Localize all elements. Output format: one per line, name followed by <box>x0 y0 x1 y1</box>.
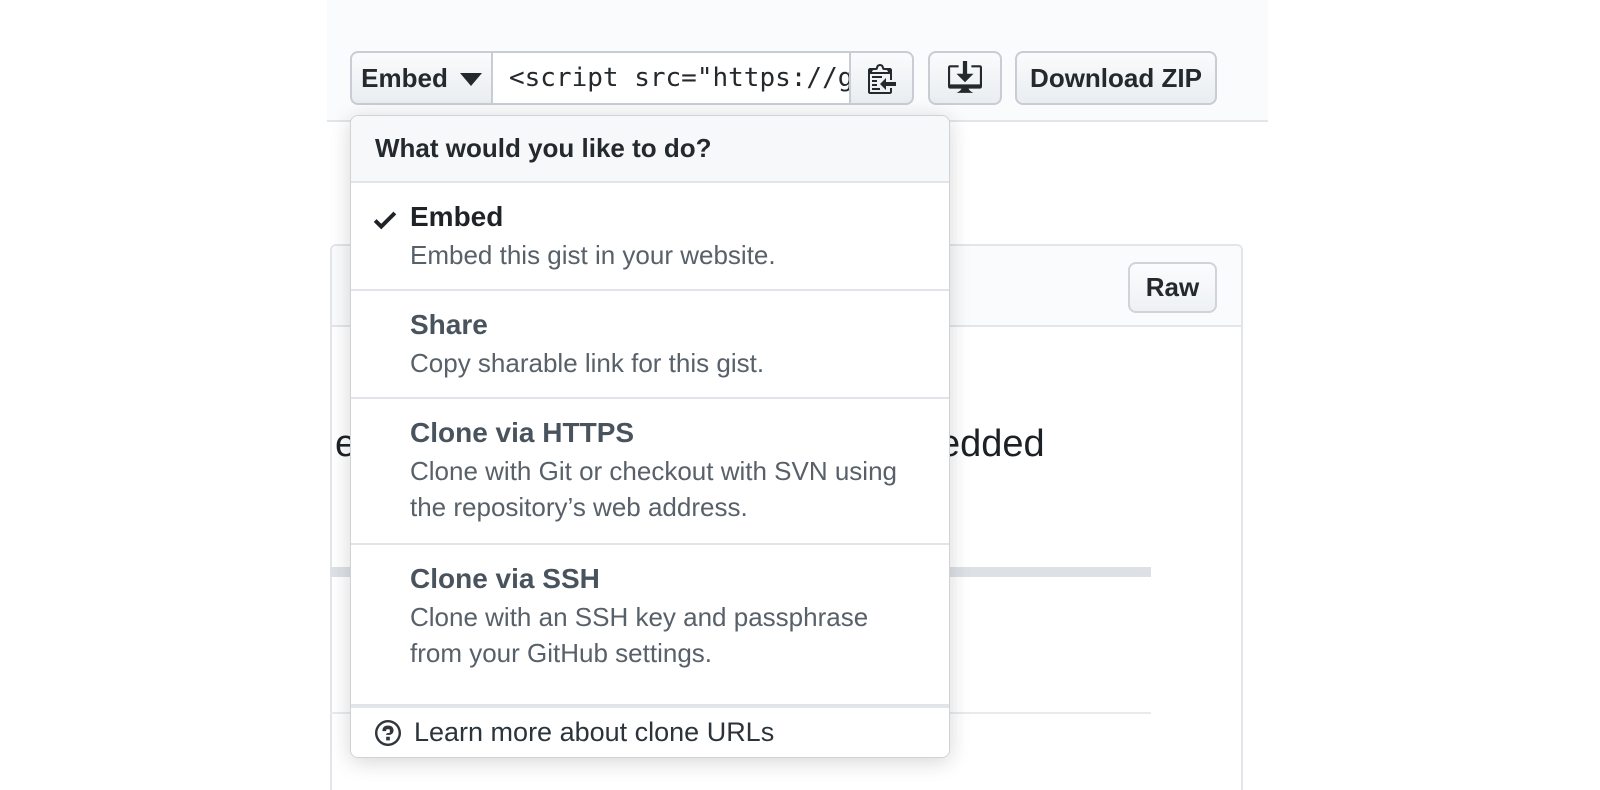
raw-button-label: Raw <box>1146 272 1199 303</box>
check-icon <box>372 205 398 235</box>
clippy-copy-icon <box>868 62 896 94</box>
menu-item-embed[interactable]: Embed Embed this gist in your website. <box>351 183 949 291</box>
embed-options-dropdown: What would you like to do? Embed Embed t… <box>350 115 950 758</box>
menu-item-title: Clone via SSH <box>410 563 919 595</box>
download-zip-button-label: Download ZIP <box>1030 63 1202 94</box>
menu-item-description: Embed this gist in your website. <box>410 237 919 273</box>
file-content-text-fragment-right: edded <box>939 424 1045 464</box>
embed-dropdown-button[interactable]: Embed <box>350 51 493 105</box>
learn-more-clone-urls-label: Learn more about clone URLs <box>414 717 774 748</box>
menu-item-description: Copy sharable link for this gist. <box>410 345 919 381</box>
dropdown-header-title: What would you like to do? <box>375 133 712 164</box>
embed-dropdown-button-label: Embed <box>361 63 448 94</box>
desktop-download-icon <box>948 61 982 95</box>
learn-more-clone-urls-link[interactable]: Learn more about clone URLs <box>351 706 949 757</box>
menu-item-title: Embed <box>410 201 919 233</box>
question-icon <box>375 718 401 748</box>
menu-item-description: Clone with an SSH key and passphrase fro… <box>410 599 919 671</box>
chevron-down-icon <box>460 73 482 86</box>
menu-item-clone-https[interactable]: Clone via HTTPS Clone with Git or checko… <box>351 399 949 545</box>
gist-actions-toolbar: Embed Download ZIP <box>350 51 1217 105</box>
open-in-desktop-button[interactable] <box>928 51 1002 105</box>
menu-item-title: Share <box>410 309 919 341</box>
copy-to-clipboard-button[interactable] <box>849 51 914 105</box>
toolbar-gap <box>914 51 928 105</box>
gist-page: Raw ec edded Embed <box>0 0 1600 790</box>
dropdown-header: What would you like to do? <box>351 116 949 183</box>
embed-code-input[interactable] <box>491 51 851 105</box>
menu-item-clone-ssh[interactable]: Clone via SSH Clone with an SSH key and … <box>351 545 949 706</box>
menu-item-title: Clone via HTTPS <box>410 417 919 449</box>
download-zip-button[interactable]: Download ZIP <box>1015 51 1217 105</box>
menu-item-description: Clone with Git or checkout with SVN usin… <box>410 453 919 525</box>
raw-button[interactable]: Raw <box>1128 262 1217 313</box>
toolbar-gap <box>1002 51 1015 105</box>
menu-item-share[interactable]: Share Copy sharable link for this gist. <box>351 291 949 399</box>
